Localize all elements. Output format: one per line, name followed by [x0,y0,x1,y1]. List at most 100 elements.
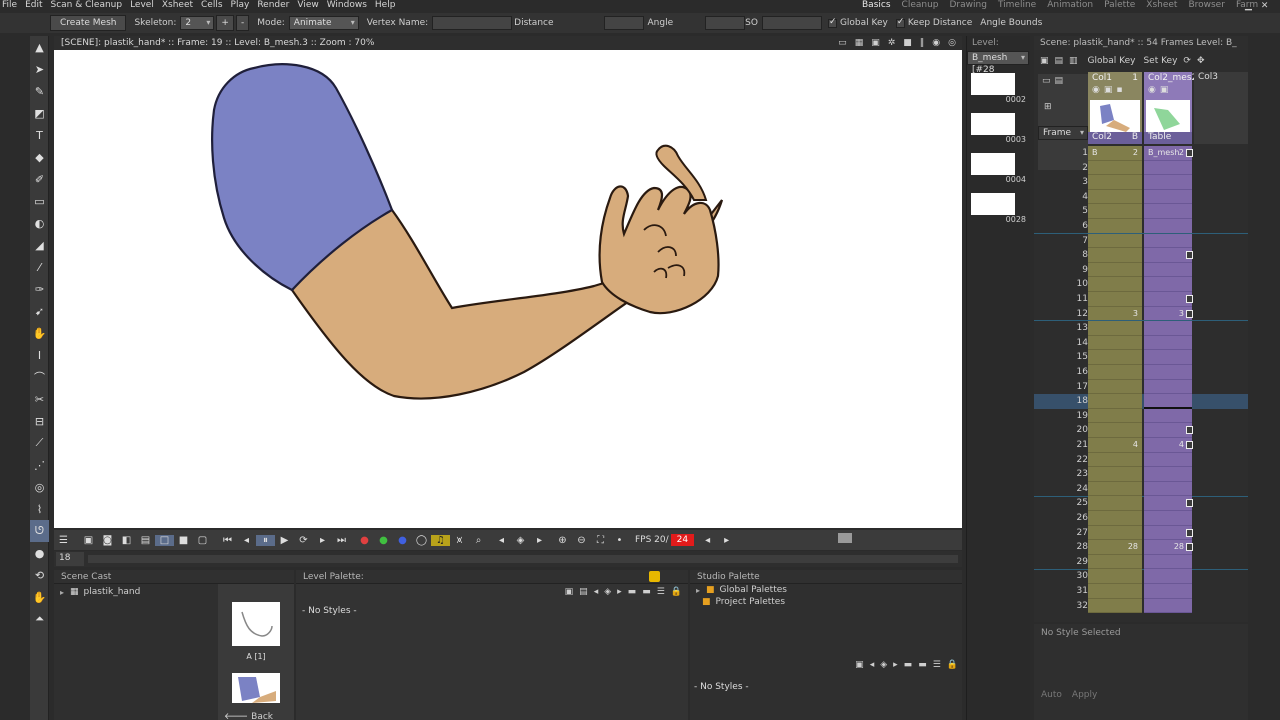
zoom-in-icon[interactable]: ⊕ [553,535,572,546]
camera-icon[interactable]: ■ [903,38,912,48]
col2-cell[interactable] [1144,598,1192,614]
vertex-name-input[interactable] [432,16,513,30]
col1-cell[interactable] [1088,219,1142,234]
col1-cell[interactable] [1088,554,1142,570]
keyframe-icon[interactable] [1186,149,1193,157]
xsheet-row[interactable]: 23 [1034,467,1248,482]
pinch-tool-icon[interactable]: ➹ [30,300,49,322]
col2-cell[interactable] [1144,525,1192,541]
col2-cell[interactable] [1144,481,1192,497]
zoom-out-icon[interactable]: ⊖ [572,535,591,546]
eraser-tool-icon[interactable]: ▭ [30,190,49,212]
xsheet-row[interactable]: 27 [1034,525,1248,541]
room-tab-xsheet[interactable]: Xsheet [1146,0,1177,11]
xsheet-row[interactable]: 22 [1034,452,1248,468]
xsheet-row[interactable]: 5 [1034,204,1248,219]
menu-level[interactable]: Level [130,0,154,11]
col1-cell[interactable] [1088,467,1142,482]
level-selector[interactable]: B_mesh [#28 [967,51,1029,75]
menu-xsheet[interactable]: Xsheet [162,0,193,11]
move-icon[interactable]: ✥ [1197,56,1205,66]
keyframe-icon[interactable] [1186,528,1193,537]
global-key-checkbox[interactable] [827,17,837,28]
expand-arrow-icon[interactable]: ▸ [696,586,700,595]
preview-toggle-icon[interactable]: ◉ [1092,85,1100,95]
col1-cell[interactable] [1088,496,1142,511]
xsheet-row[interactable]: 12 3 3 [1034,306,1248,322]
level-frame-thumb[interactable] [971,73,1015,95]
col1-cell[interactable] [1088,189,1142,205]
cast-thumb-b[interactable] [232,673,280,703]
menu-play[interactable]: Play [231,0,250,11]
col1-cell[interactable] [1088,321,1142,336]
minimize-icon[interactable]: ▁ [1245,1,1252,11]
geometric-tool-icon[interactable]: ◩ [30,102,49,124]
menu-edit[interactable]: Edit [25,0,42,11]
next-icon[interactable]: ▸ [617,587,622,597]
viewer-canvas[interactable] [54,50,962,528]
col1-cell[interactable] [1088,233,1142,249]
play-icon[interactable]: ▶ [275,535,294,546]
col1-cell[interactable]: B 2 [1088,146,1142,161]
col2-cell[interactable] [1144,365,1192,380]
camstand-toggle-icon[interactable]: ▣ [1104,85,1113,95]
xsheet-row[interactable]: 16 [1034,365,1248,380]
column-header-col3[interactable]: Col3 [1194,72,1248,144]
save-palette-icon[interactable]: ▤ [579,587,588,597]
col1-cell[interactable] [1088,525,1142,541]
level-frame-thumb[interactable] [971,113,1015,135]
col2-cell[interactable]: 28 [1144,540,1192,555]
preview-toggle-icon[interactable]: ◉ [1148,85,1156,95]
col2-cell[interactable] [1144,511,1192,526]
new-vector-icon[interactable]: ▥ [1069,56,1078,66]
add-column-icon[interactable]: ⊞ [1038,102,1088,118]
keyframe-icon[interactable] [1186,309,1193,318]
remove-skeleton-button[interactable]: - [235,15,250,31]
xsheet-row[interactable]: 15 [1034,350,1248,365]
col2-cell[interactable] [1144,262,1192,278]
cast-root-item[interactable]: ▸ ▦ plastik_hand [54,584,216,600]
next-key-icon[interactable]: ▸ [530,535,549,546]
close-icon[interactable]: ✕ [1261,1,1269,11]
fps-slider-thumb[interactable] [838,533,852,543]
col2-cell[interactable] [1144,248,1192,263]
list-icon[interactable]: ☰ [933,660,941,670]
xsheet-row[interactable]: 25 [1034,496,1248,511]
save-palette-icon[interactable]: ▣ [855,660,864,670]
col1-cell[interactable] [1088,365,1142,380]
fill-tool-icon[interactable]: ◆ [30,146,49,168]
control-point-editor-icon[interactable]: ✑ [30,278,49,300]
selection-tool-icon[interactable]: ➤ [30,58,49,80]
menu-render[interactable]: Render [257,0,289,11]
pump-tool-icon[interactable]: ✋ [30,322,49,344]
keep-distance-checkbox[interactable] [895,17,905,28]
col1-cell[interactable] [1088,481,1142,497]
studio-palette-item-project[interactable]: ■ Project Palettes [690,596,962,608]
style-picker-tool-icon[interactable]: ◢ [30,234,49,256]
xsheet-row[interactable]: 13 [1034,321,1248,336]
col2-cell[interactable]: 3 [1144,306,1192,322]
cutter-tool-icon[interactable]: ⊟ [30,410,49,432]
col2-cell[interactable] [1144,467,1192,482]
keyframe-icon[interactable] [1186,426,1193,435]
plastic-tool-icon[interactable]: ⌇ [30,498,49,520]
col2-cell[interactable] [1144,292,1192,307]
prev-icon[interactable]: ◂ [594,587,599,597]
view-icon[interactable]: ▬ [918,660,927,670]
plastic-tool-active-icon[interactable]: ᘎ [30,520,49,542]
next-icon[interactable]: ▸ [893,660,898,670]
palette-lock-indicator-icon[interactable] [649,571,660,582]
keyframe-icon[interactable] [1186,251,1193,260]
set-key-label[interactable]: Set Key [1143,56,1177,66]
mode-select[interactable]: Animate [288,16,359,30]
frame-field[interactable]: 18 [56,552,84,566]
view-white-icon[interactable]: □ [155,534,174,546]
col2-cell[interactable] [1144,204,1192,219]
more-tools-icon[interactable]: ⏶ [30,608,49,630]
histogram-icon[interactable]: ▤ [136,535,155,546]
keyframe-icon[interactable] [1186,441,1193,449]
view-icon[interactable]: ▬ [642,587,651,597]
keyframe-icon[interactable] [1186,543,1193,552]
freeze-icon[interactable]: ‖ [920,38,925,48]
checkerboard-icon[interactable]: ▢ [193,535,212,546]
